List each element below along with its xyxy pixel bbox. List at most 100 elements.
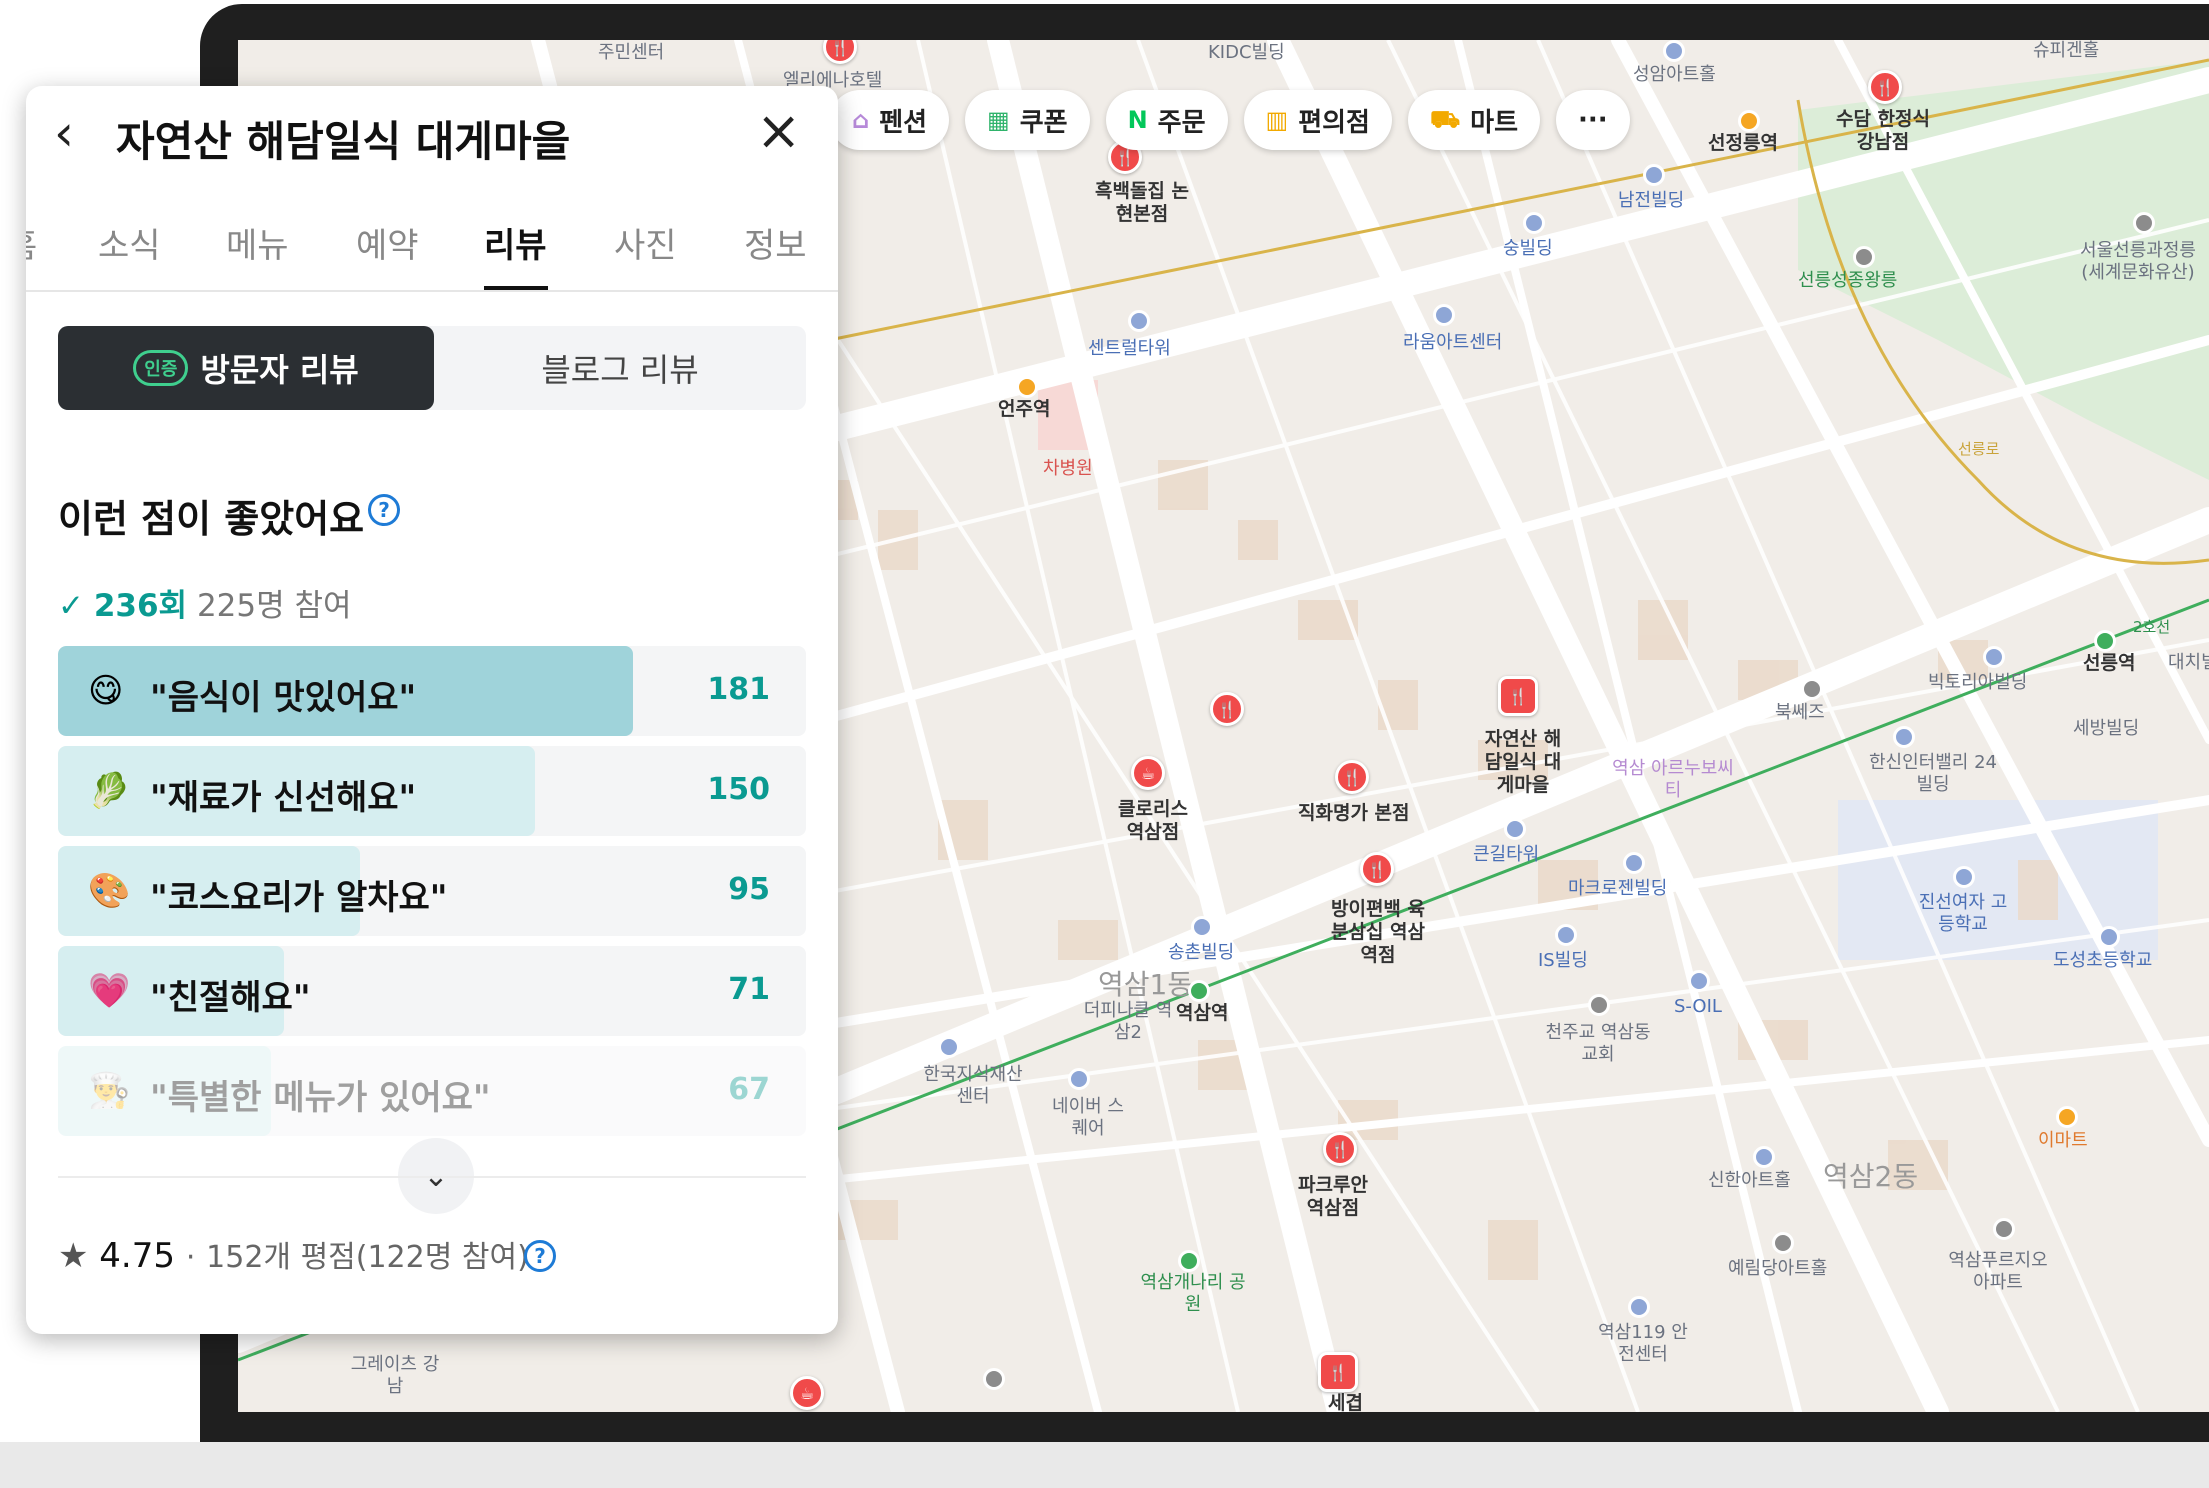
rating-help-question-icon[interactable]: ? [524, 1240, 556, 1272]
park-marker-icon[interactable] [1178, 1250, 1200, 1272]
landmark-marker-icon[interactable] [1993, 1218, 2015, 1240]
poi-label[interactable]: 역삼개나리 공원 [1138, 1272, 1248, 1315]
subway-station-marker-icon[interactable] [1188, 980, 1210, 1002]
poi-label[interactable]: 더피나클 역삼2 [1083, 1000, 1173, 1043]
poi-label-selected-restaurant[interactable]: 자연산 해담일식 대게마을 [1478, 728, 1568, 796]
tab-photos[interactable]: 사진 [614, 218, 677, 267]
filter-chip-convenience-store[interactable]: ▥ 편의점 [1243, 90, 1392, 150]
poi-label[interactable]: 클로리스 역삼점 [1108, 798, 1198, 844]
building-marker-icon[interactable] [938, 1036, 960, 1058]
blog-review-button[interactable]: 블로그 리뷰 [434, 326, 806, 410]
poi-label[interactable]: 남전빌딩 [1618, 190, 1684, 212]
poi-label[interactable]: 세방빌딩 [2073, 718, 2139, 740]
back-chevron-icon[interactable]: ‹ [54, 108, 74, 158]
poi-label[interactable]: 네이버 스퀘어 [1048, 1096, 1128, 1139]
subway-station-marker-icon[interactable] [1016, 376, 1038, 398]
tab-home[interactable]: 홈 [26, 218, 37, 267]
poi-label[interactable]: 차병원 [1043, 458, 1093, 480]
poi-label[interactable]: 진선여자 고등학교 [1918, 892, 2008, 935]
poi-label[interactable]: 북쎄즈 [1775, 702, 1825, 724]
poi-label[interactable]: 슈피겐홀 [2033, 40, 2099, 62]
building-marker-icon[interactable] [1191, 916, 1213, 938]
poi-label[interactable]: 역삼119 안전센터 [1598, 1322, 1688, 1365]
landmark-marker-icon[interactable] [1772, 1232, 1794, 1254]
restaurant-pin-icon[interactable]: 🍴 [1360, 852, 1394, 886]
help-question-icon[interactable]: ? [368, 494, 400, 526]
building-marker-icon[interactable] [1068, 1068, 1090, 1090]
poi-label[interactable]: 빅토리아빌딩 [1928, 672, 2027, 694]
tab-reviews[interactable]: 리뷰 [484, 218, 547, 267]
keyword-review-bar[interactable]: 👨‍🍳 "특별한 메뉴가 있어요" 67 [58, 1046, 806, 1136]
building-marker-icon[interactable] [1128, 310, 1150, 332]
subway-station-label[interactable]: 역삼역 [1176, 1002, 1228, 1025]
restaurant-pin-icon[interactable]: 🍴 [1335, 760, 1369, 794]
poi-label[interactable]: 서울선릉과정릉 (세계문화유산) [2068, 240, 2208, 283]
poi-label[interactable]: 대치빌딩 [2168, 652, 2209, 674]
landmark-marker-icon[interactable] [983, 1368, 1005, 1390]
building-marker-icon[interactable] [1893, 726, 1915, 748]
poi-label[interactable]: 예림당아트홀 [1728, 1258, 1827, 1280]
poi-label[interactable]: 도성초등학교 [2053, 950, 2152, 972]
poi-label[interactable]: 신한아트홀 [1708, 1170, 1791, 1192]
poi-label[interactable]: 숭빌딩 [1503, 238, 1553, 260]
subway-station-marker-icon[interactable] [2094, 630, 2116, 652]
building-marker-icon[interactable] [1663, 40, 1685, 62]
poi-label[interactable]: 방이편백 육분삼십 역삼역점 [1328, 898, 1428, 966]
cafe-pin-icon[interactable]: ☕ [790, 1376, 824, 1410]
building-marker-icon[interactable] [1983, 646, 2005, 668]
poi-label[interactable]: 센트럴타워 [1088, 338, 1171, 360]
poi-label[interactable]: 이마트 [2038, 1130, 2088, 1152]
keyword-review-bar[interactable]: 💗 "친절해요" 71 [58, 946, 806, 1036]
poi-label[interactable]: 한신인터밸리 24빌딩 [1868, 752, 1998, 795]
poi-label[interactable]: IS빌딩 [1538, 950, 1588, 972]
tab-reservation[interactable]: 예약 [356, 218, 419, 267]
poi-label[interactable]: 파크루안 역삼점 [1288, 1174, 1378, 1220]
landmark-marker-icon[interactable] [1853, 246, 1875, 268]
poi-label[interactable]: 역삼푸르지오 아파트 [1938, 1250, 2058, 1293]
poi-label[interactable]: S-OIL [1674, 996, 1722, 1018]
filter-more-button[interactable]: ··· [1556, 90, 1630, 150]
poi-label[interactable]: 마크로젠빌딩 [1568, 878, 1667, 900]
restaurant-pin-icon[interactable]: 🍴 [1323, 1132, 1357, 1166]
poi-label[interactable]: 라움아트센터 [1403, 332, 1502, 354]
poi-label[interactable]: 그레이츠 강남 [350, 1354, 440, 1397]
cafe-pin-icon[interactable]: ☕ [1131, 756, 1165, 790]
church-marker-icon[interactable] [1588, 994, 1610, 1016]
tab-menu[interactable]: 메뉴 [226, 218, 289, 267]
poi-label[interactable]: 선릉성종왕릉 [1798, 270, 1897, 292]
poi-label[interactable]: 역삼 아르누보씨티 [1608, 758, 1738, 801]
restaurant-pin-icon[interactable]: 🍴 [1868, 70, 1902, 104]
filter-chip-order[interactable]: N 주문 [1105, 90, 1228, 150]
subway-station-label[interactable]: 선정릉역 [1708, 132, 1778, 155]
subway-station-label[interactable]: 선릉역 [2083, 652, 2135, 675]
poi-label[interactable]: 직화명가 본점 [1298, 802, 1410, 825]
keyword-review-bar[interactable]: 😋 "음식이 맛있어요" 181 [58, 646, 806, 736]
school-marker-icon[interactable] [1953, 866, 1975, 888]
poi-label[interactable]: 천주교 역삼동교회 [1538, 1022, 1658, 1065]
building-marker-icon[interactable] [1433, 304, 1455, 326]
poi-label[interactable]: 흑백돌집 논현본점 [1092, 180, 1192, 226]
building-marker-icon[interactable] [1523, 212, 1545, 234]
filter-chip-pension[interactable]: ⌂ 펜션 [830, 90, 950, 150]
poi-label[interactable]: 큰길타워 [1473, 844, 1539, 866]
restaurant-pin-icon[interactable]: 🍴 [1210, 692, 1244, 726]
poi-label[interactable]: 수담 한정식 강남점 [1828, 108, 1938, 154]
filter-chip-coupon[interactable]: ▦ 쿠폰 [965, 90, 1090, 150]
building-marker-icon[interactable] [1628, 1296, 1650, 1318]
mart-marker-icon[interactable] [2056, 1106, 2078, 1128]
building-marker-icon[interactable] [1504, 818, 1526, 840]
filter-chip-mart[interactable]: ⛟ 마트 [1407, 90, 1540, 150]
poi-label[interactable]: 송촌빌딩 [1168, 942, 1234, 964]
visitor-review-button[interactable]: 인증 방문자 리뷰 [58, 326, 434, 410]
keyword-review-bar[interactable]: 🥬 "재료가 신선해요" 150 [58, 746, 806, 836]
subway-station-label[interactable]: 언주역 [998, 398, 1050, 421]
restaurant-pin-icon[interactable]: 🍴 [1318, 1352, 1358, 1392]
landmark-marker-icon[interactable] [2133, 212, 2155, 234]
keyword-review-bar[interactable]: 🎨 "코스요리가 알차요" 95 [58, 846, 806, 936]
poi-label[interactable]: 주민센터 [598, 42, 664, 64]
tab-news[interactable]: 소식 [98, 218, 161, 267]
close-icon[interactable]: × [756, 104, 801, 158]
building-marker-icon[interactable] [1623, 852, 1645, 874]
poi-label[interactable]: 성암아트홀 [1633, 64, 1716, 86]
building-marker-icon[interactable] [1688, 970, 1710, 992]
